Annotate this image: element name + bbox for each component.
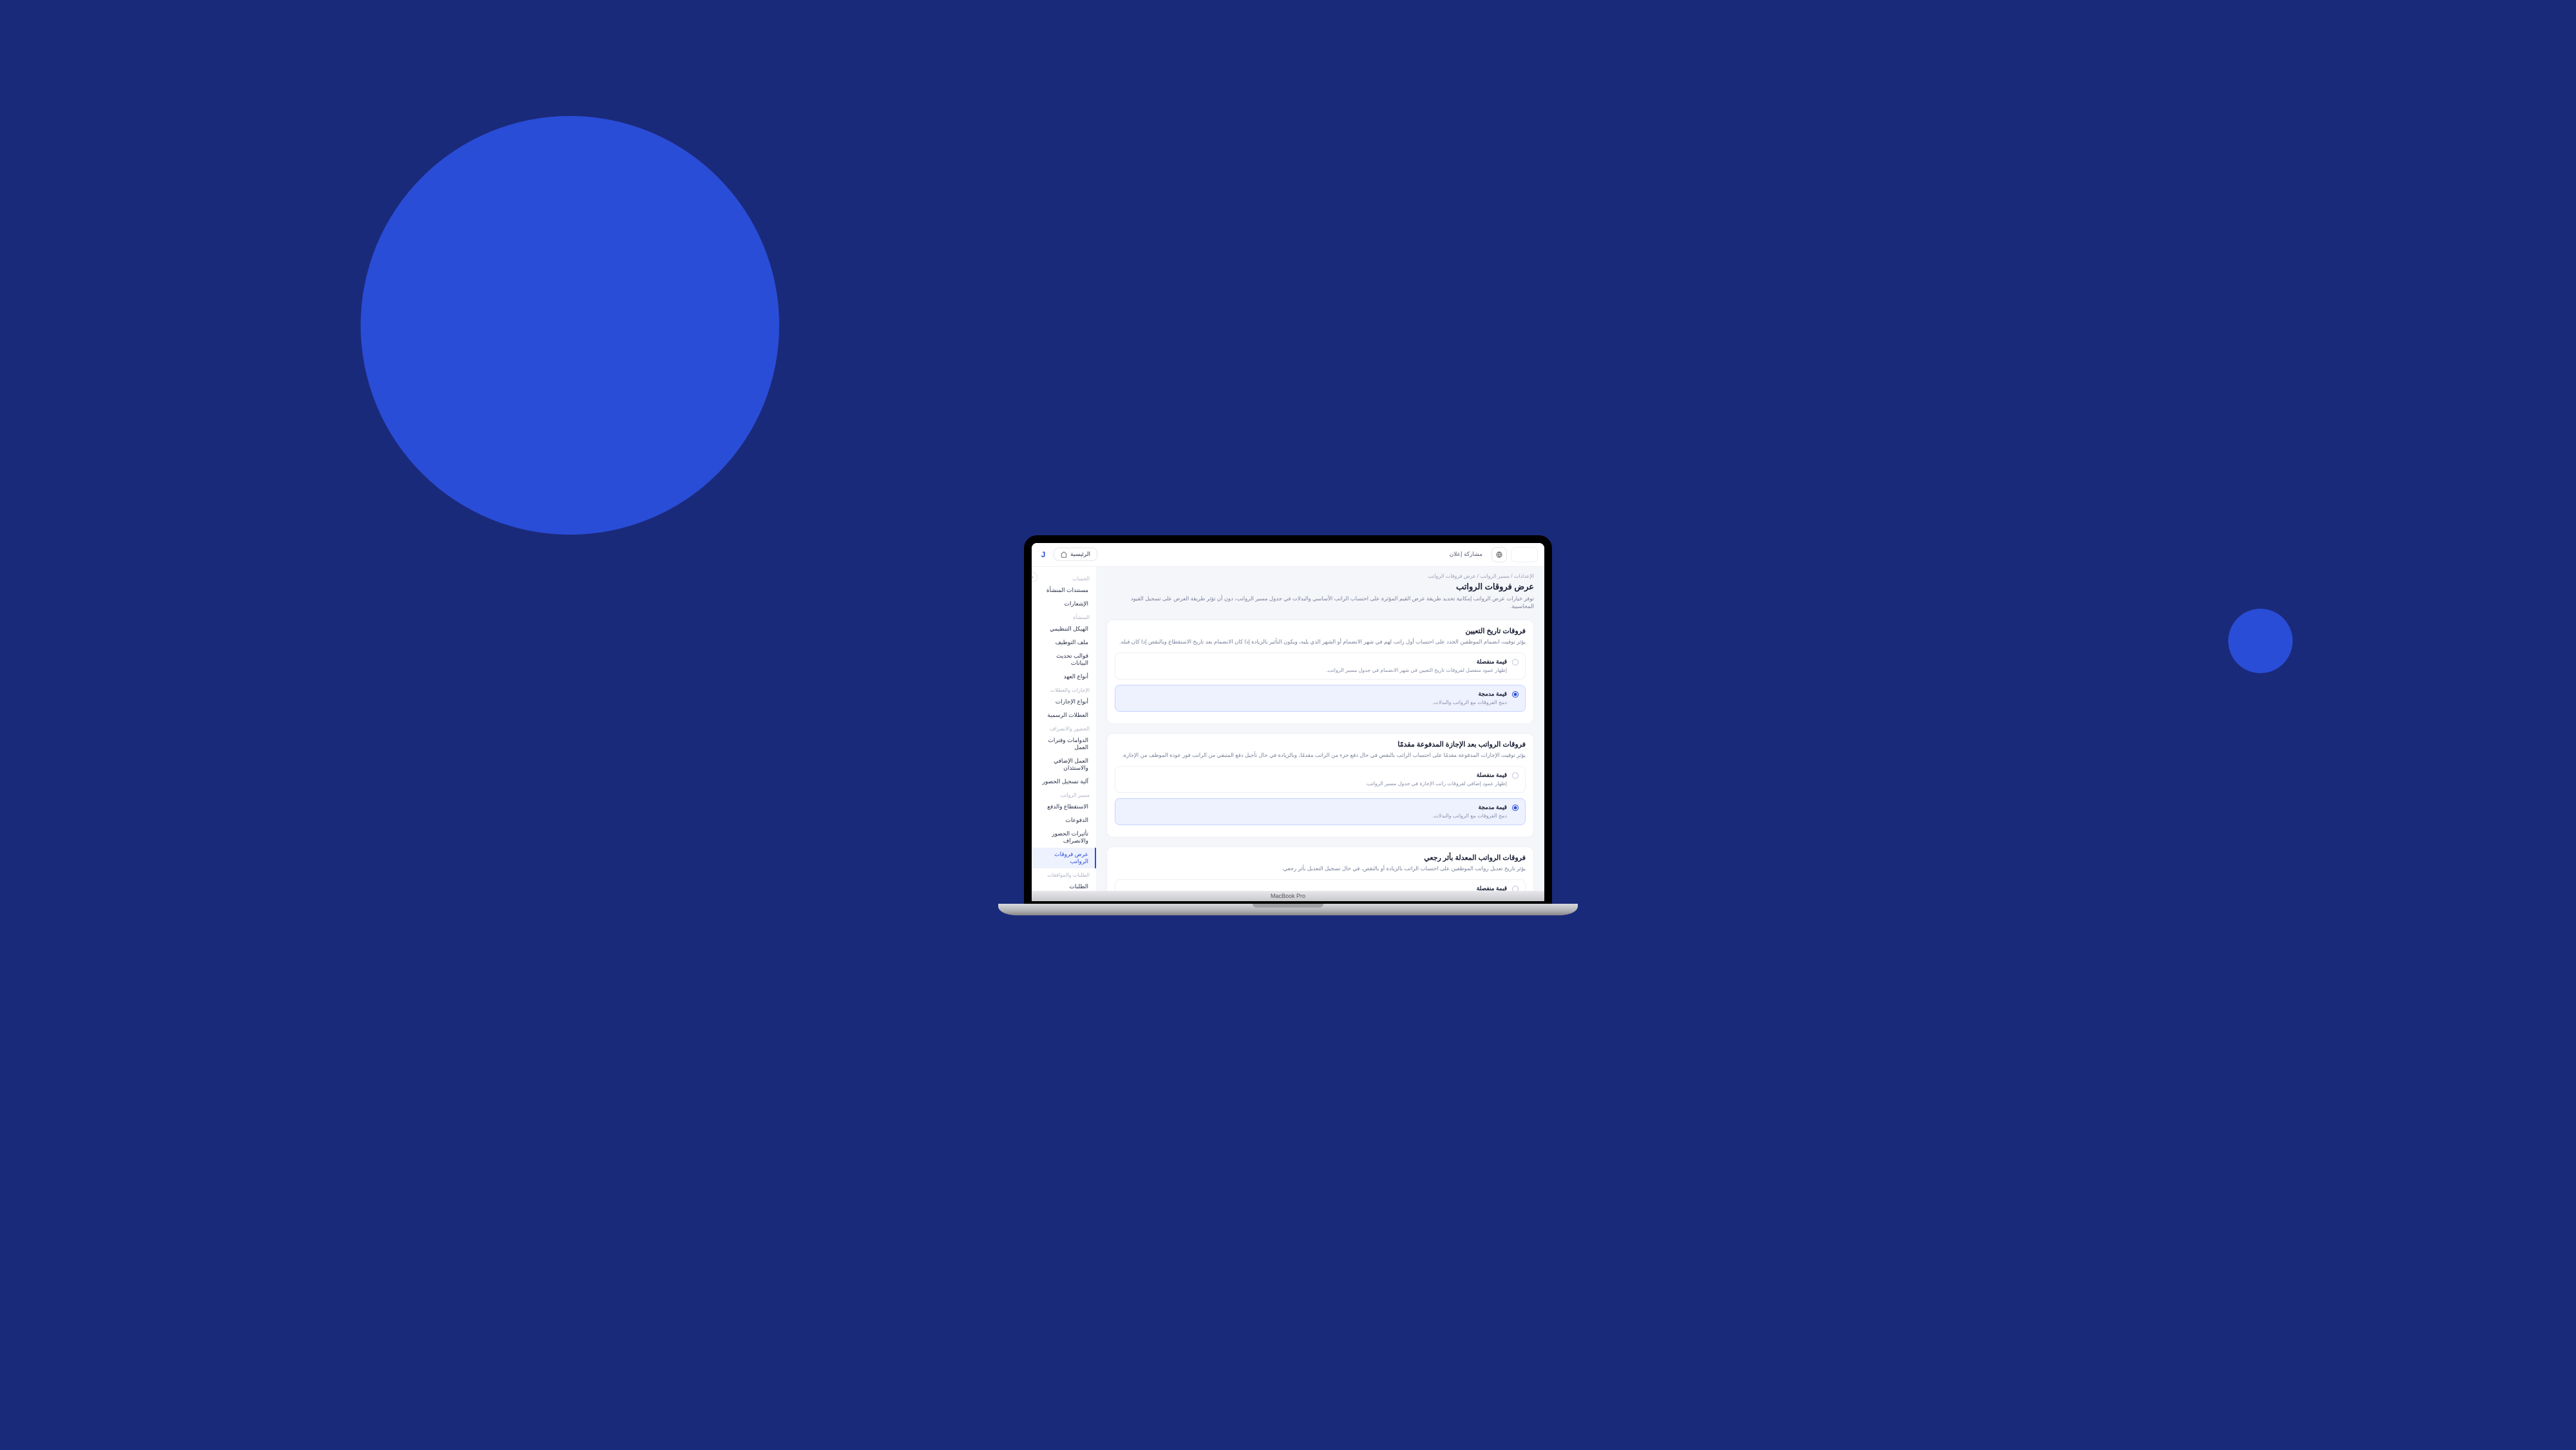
radio-icon	[1512, 659, 1519, 665]
section-title: فروقات الرواتب المعدلة بأثر رجعي	[1115, 854, 1526, 862]
logo: J	[1038, 549, 1048, 560]
sidebar-item[interactable]: الطلبات	[1032, 880, 1096, 891]
sidebar-item[interactable]: العمل الإضافي والاستئذان	[1032, 754, 1096, 775]
sidebar-item[interactable]: الاستقطاع والدفع	[1032, 800, 1096, 814]
page-description: توفر خيارات عرض الرواتب إمكانية تحديد طر…	[1106, 595, 1534, 611]
sidebar-item[interactable]: الإشعارات	[1032, 597, 1096, 611]
radio-icon	[1512, 772, 1519, 779]
home-button[interactable]: الرئيسية	[1054, 548, 1097, 561]
sidebar-section-label: المنشأة	[1032, 611, 1096, 622]
home-label: الرئيسية	[1070, 551, 1090, 558]
radio-icon	[1512, 691, 1519, 698]
sidebar-item[interactable]: آلية تسجيل الحضور	[1032, 775, 1096, 788]
laptop-frame: مشاركة إعلان الرئيسية J الحسابمستندات ال…	[1024, 535, 1552, 915]
option-text: قيمة منفصلة إظهار عمود منفصل لفروقات تاري…	[1122, 658, 1507, 674]
option-description: دمج الفروقات مع الرواتب والبدلات.	[1122, 812, 1507, 819]
sidebar-item[interactable]: العطلات الرسمية	[1032, 709, 1096, 722]
settings-section: فروقات الرواتب المعدلة بأثر رجعي يؤثر تار…	[1106, 846, 1534, 890]
radio-icon	[1512, 805, 1519, 811]
globe-icon	[1496, 551, 1502, 558]
main-content: الإعدادات / مسير الرواتب / عرض فروقات ال…	[1096, 567, 1544, 891]
sidebar-item[interactable]: مستندات المنشأة	[1032, 584, 1096, 597]
breadcrumb: الإعدادات / مسير الرواتب / عرض فروقات ال…	[1106, 573, 1534, 579]
option-description: إظهار عمود منفصل لفروقات تاريخ التعيين ف…	[1122, 667, 1507, 674]
option-text: قيمة منفصلةإظهار عمود إضافي لفروقات تعدي…	[1122, 885, 1507, 891]
sidebar-item[interactable]: أنواع العهد	[1032, 670, 1096, 683]
sidebar-section-label: الطلبات والموافقات	[1032, 868, 1096, 880]
settings-section: فروقات تاريخ التعيين يؤثر توقيت انضمام ال…	[1106, 620, 1534, 724]
radio-icon	[1512, 886, 1519, 891]
sidebar-section-label: الإجازات والعطلات	[1032, 683, 1096, 695]
sidebar-item[interactable]: الدفوعات	[1032, 814, 1096, 827]
laptop-base	[998, 904, 1578, 915]
sidebar-item[interactable]: الهيكل التنظيمي	[1032, 622, 1096, 636]
bg-decor-large	[361, 116, 779, 535]
radio-option[interactable]: قيمة منفصلةإظهار عمود إضافي لفروقات تعدي…	[1115, 879, 1526, 891]
sidebar-item[interactable]: أنواع الإجازات	[1032, 695, 1096, 709]
option-label: قيمة مدمجة	[1122, 804, 1507, 811]
sidebar-item[interactable]: عرض فروقات الرواتب	[1032, 848, 1096, 868]
option-text: قيمة مدمجةدمج الفروقات مع الرواتب والبدل…	[1122, 691, 1507, 706]
option-label: قيمة منفصلة	[1122, 658, 1507, 665]
option-label: قيمة منفصلة	[1122, 772, 1507, 779]
chevron-right-icon	[1032, 575, 1034, 579]
radio-option[interactable]: قيمة منفصلةإظهار عمود إضافي لفروقات راتب…	[1115, 766, 1526, 793]
option-label: قيمة مدمجة	[1122, 691, 1507, 698]
radio-option[interactable]: قيمة مدمجةدمج الفروقات مع الرواتب والبدل…	[1115, 685, 1526, 712]
option-label: قيمة منفصلة	[1122, 885, 1507, 891]
section-description: يؤثر تاريخ تعديل رواتب الموظفين على احتس…	[1115, 864, 1526, 873]
topbar-action-placeholder[interactable]	[1511, 547, 1538, 562]
section-title: فروقات الرواتب بعد الإجازة المدفوعة مقدم…	[1115, 740, 1526, 749]
sidebar-item[interactable]: تأثيرات الحضور والانصراف	[1032, 827, 1096, 848]
home-icon	[1061, 551, 1067, 558]
sidebar-section-label: مسير الرواتب	[1032, 788, 1096, 800]
sidebar-item[interactable]: الدوامات وفترات العمل	[1032, 734, 1096, 754]
option-text: قيمة مدمجةدمج الفروقات مع الرواتب والبدل…	[1122, 804, 1507, 819]
radio-option[interactable]: قيمة مدمجةدمج الفروقات مع الرواتب والبدل…	[1115, 798, 1526, 825]
share-announcement-button[interactable]: مشاركة إعلان	[1444, 548, 1488, 560]
sidebar-section-label: الحساب	[1032, 572, 1096, 584]
sidebar-section-label: الحضور والانصراف	[1032, 722, 1096, 734]
laptop-label: MacBook Pro	[1032, 891, 1544, 901]
sidebar-item[interactable]: ملف التوظيف	[1032, 636, 1096, 649]
settings-section: فروقات الرواتب بعد الإجازة المدفوعة مقدم…	[1106, 733, 1534, 837]
sidebar: الحسابمستندات المنشأةالإشعاراتالمنشأةاله…	[1032, 567, 1096, 891]
option-description: دمج الفروقات مع الرواتب والبدلات.	[1122, 699, 1507, 706]
section-title: فروقات تاريخ التعيين	[1115, 627, 1526, 635]
section-description: يؤثر توقيت الإجازات المدفوعة مقدمًا على …	[1115, 751, 1526, 759]
option-text: قيمة منفصلةإظهار عمود إضافي لفروقات راتب…	[1122, 772, 1507, 787]
bg-decor-small	[2228, 609, 2293, 673]
language-button[interactable]	[1492, 547, 1507, 562]
topbar: مشاركة إعلان الرئيسية J	[1032, 543, 1544, 567]
radio-option[interactable]: قيمة منفصلة إظهار عمود منفصل لفروقات تاري…	[1115, 653, 1526, 680]
page-title: عرض فروقات الرواتب	[1106, 582, 1534, 592]
option-description: إظهار عمود إضافي لفروقات راتب الإجازة في…	[1122, 780, 1507, 787]
sidebar-item[interactable]: قوالب تحديث البيانات	[1032, 649, 1096, 670]
section-description: يؤثر توقيت انضمام الموظفين الجدد على احت…	[1115, 638, 1526, 646]
